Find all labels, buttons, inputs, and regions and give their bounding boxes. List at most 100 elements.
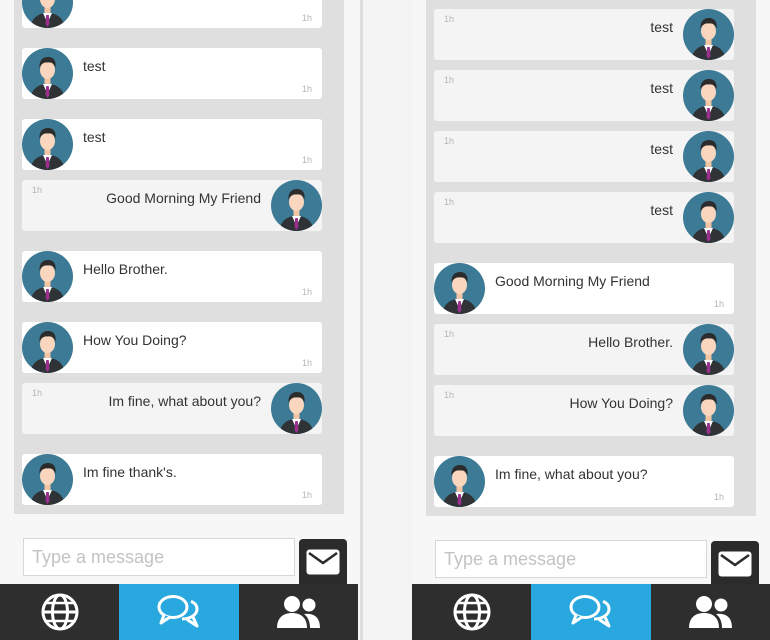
message-timestamp: 1h: [301, 287, 312, 297]
message-text: Hello Brother.: [83, 261, 168, 277]
envelope-icon: [718, 551, 752, 577]
avatar: [683, 131, 734, 182]
users-icon: [685, 594, 735, 630]
person-icon: [22, 0, 73, 28]
message-timestamp: 1h: [444, 75, 455, 85]
person-icon: [22, 119, 73, 170]
message-incoming[interactable]: Hello Brother. 1h: [22, 251, 322, 302]
avatar: [22, 251, 73, 302]
message-text: Im fine, what about you?: [108, 393, 261, 409]
message-incoming[interactable]: Im fine thank's. 1h: [22, 454, 322, 505]
bottom-nav: [412, 584, 770, 640]
message-incoming[interactable]: 1h: [22, 0, 322, 28]
person-icon: [22, 48, 73, 99]
avatar: [22, 48, 73, 99]
avatar: [22, 0, 73, 28]
message-text: Im fine thank's.: [83, 464, 177, 480]
message-text: test: [650, 80, 673, 96]
message-outgoing[interactable]: Hello Brother. 1h: [434, 324, 734, 375]
message-composer: [425, 534, 760, 587]
chat-bubbles-icon: [156, 593, 202, 631]
person-icon: [683, 131, 734, 182]
person-icon: [683, 70, 734, 121]
message-outgoing[interactable]: test 1h: [434, 192, 734, 243]
message-text: Hello Brother.: [588, 334, 673, 350]
nav-tab-globe[interactable]: [0, 584, 119, 640]
message-timestamp: 1h: [444, 136, 455, 146]
avatar: [683, 385, 734, 436]
nav-tab-globe[interactable]: [412, 584, 531, 640]
message-input[interactable]: [435, 540, 707, 578]
message-text: test: [83, 129, 106, 145]
person-icon: [22, 322, 73, 373]
message-text: How You Doing?: [569, 395, 673, 411]
message-composer: [13, 532, 348, 585]
nav-tab-users[interactable]: [651, 584, 770, 640]
message-input[interactable]: [23, 538, 295, 576]
envelope-icon: [306, 549, 340, 575]
person-icon: [434, 263, 485, 314]
message-incoming[interactable]: How You Doing? 1h: [22, 322, 322, 373]
message-outgoing[interactable]: test 1h: [434, 131, 734, 182]
avatar: [683, 324, 734, 375]
message-timestamp: 1h: [713, 299, 724, 309]
message-timestamp: 1h: [444, 390, 455, 400]
message-incoming[interactable]: Good Morning My Friend 1h: [434, 263, 734, 314]
message-list[interactable]: test 1h test 1h test 1h test 1h Good Morning My …: [426, 0, 756, 516]
avatar: [271, 180, 322, 231]
message-text: test: [650, 19, 673, 35]
nav-tab-chat-bubbles[interactable]: [119, 584, 239, 640]
message-outgoing[interactable]: How You Doing? 1h: [434, 385, 734, 436]
avatar: [683, 70, 734, 121]
avatar: [22, 454, 73, 505]
pane-divider: [360, 0, 363, 640]
chat-pane-left: 1h test 1h test 1h Good Morning My Friend 1h He…: [0, 0, 360, 640]
message-incoming[interactable]: test 1h: [22, 48, 322, 99]
message-outgoing[interactable]: Im fine, what about you? 1h: [22, 383, 322, 434]
message-timestamp: 1h: [301, 490, 312, 500]
avatar: [683, 192, 734, 243]
person-icon: [683, 385, 734, 436]
message-timestamp: 1h: [444, 14, 455, 24]
chat-pane-right: test 1h test 1h test 1h test 1h Good Morning My …: [412, 0, 770, 640]
message-text: test: [650, 202, 673, 218]
avatar: [683, 9, 734, 60]
nav-tab-chat-bubbles[interactable]: [531, 584, 651, 640]
globe-icon: [40, 592, 80, 632]
message-incoming[interactable]: Im fine, what about you? 1h: [434, 456, 734, 507]
message-text: Good Morning My Friend: [495, 273, 650, 289]
send-button[interactable]: [711, 541, 759, 587]
users-icon: [273, 594, 323, 630]
person-icon: [683, 9, 734, 60]
avatar: [434, 263, 485, 314]
message-text: How You Doing?: [83, 332, 187, 348]
avatar: [22, 322, 73, 373]
message-timestamp: 1h: [301, 13, 312, 23]
send-button[interactable]: [299, 539, 347, 585]
message-timestamp: 1h: [444, 197, 455, 207]
message-timestamp: 1h: [444, 329, 455, 339]
nav-tab-users[interactable]: [239, 584, 358, 640]
person-icon: [22, 454, 73, 505]
avatar: [271, 383, 322, 434]
message-text: Good Morning My Friend: [106, 190, 261, 206]
message-text: Im fine, what about you?: [495, 466, 648, 482]
message-timestamp: 1h: [32, 185, 43, 195]
globe-icon: [452, 592, 492, 632]
message-text: test: [650, 141, 673, 157]
bottom-nav: [0, 584, 358, 640]
person-icon: [22, 251, 73, 302]
message-outgoing[interactable]: Good Morning My Friend 1h: [22, 180, 322, 231]
message-incoming[interactable]: test 1h: [22, 119, 322, 170]
message-outgoing[interactable]: test 1h: [434, 9, 734, 60]
message-timestamp: 1h: [301, 155, 312, 165]
avatar: [434, 456, 485, 507]
message-timestamp: 1h: [32, 388, 43, 398]
message-timestamp: 1h: [301, 358, 312, 368]
message-timestamp: 1h: [713, 492, 724, 502]
message-list[interactable]: 1h test 1h test 1h Good Morning My Friend 1h He…: [14, 0, 344, 514]
message-outgoing[interactable]: test 1h: [434, 70, 734, 121]
chat-bubbles-icon: [568, 593, 614, 631]
person-icon: [271, 383, 322, 434]
person-icon: [271, 180, 322, 231]
